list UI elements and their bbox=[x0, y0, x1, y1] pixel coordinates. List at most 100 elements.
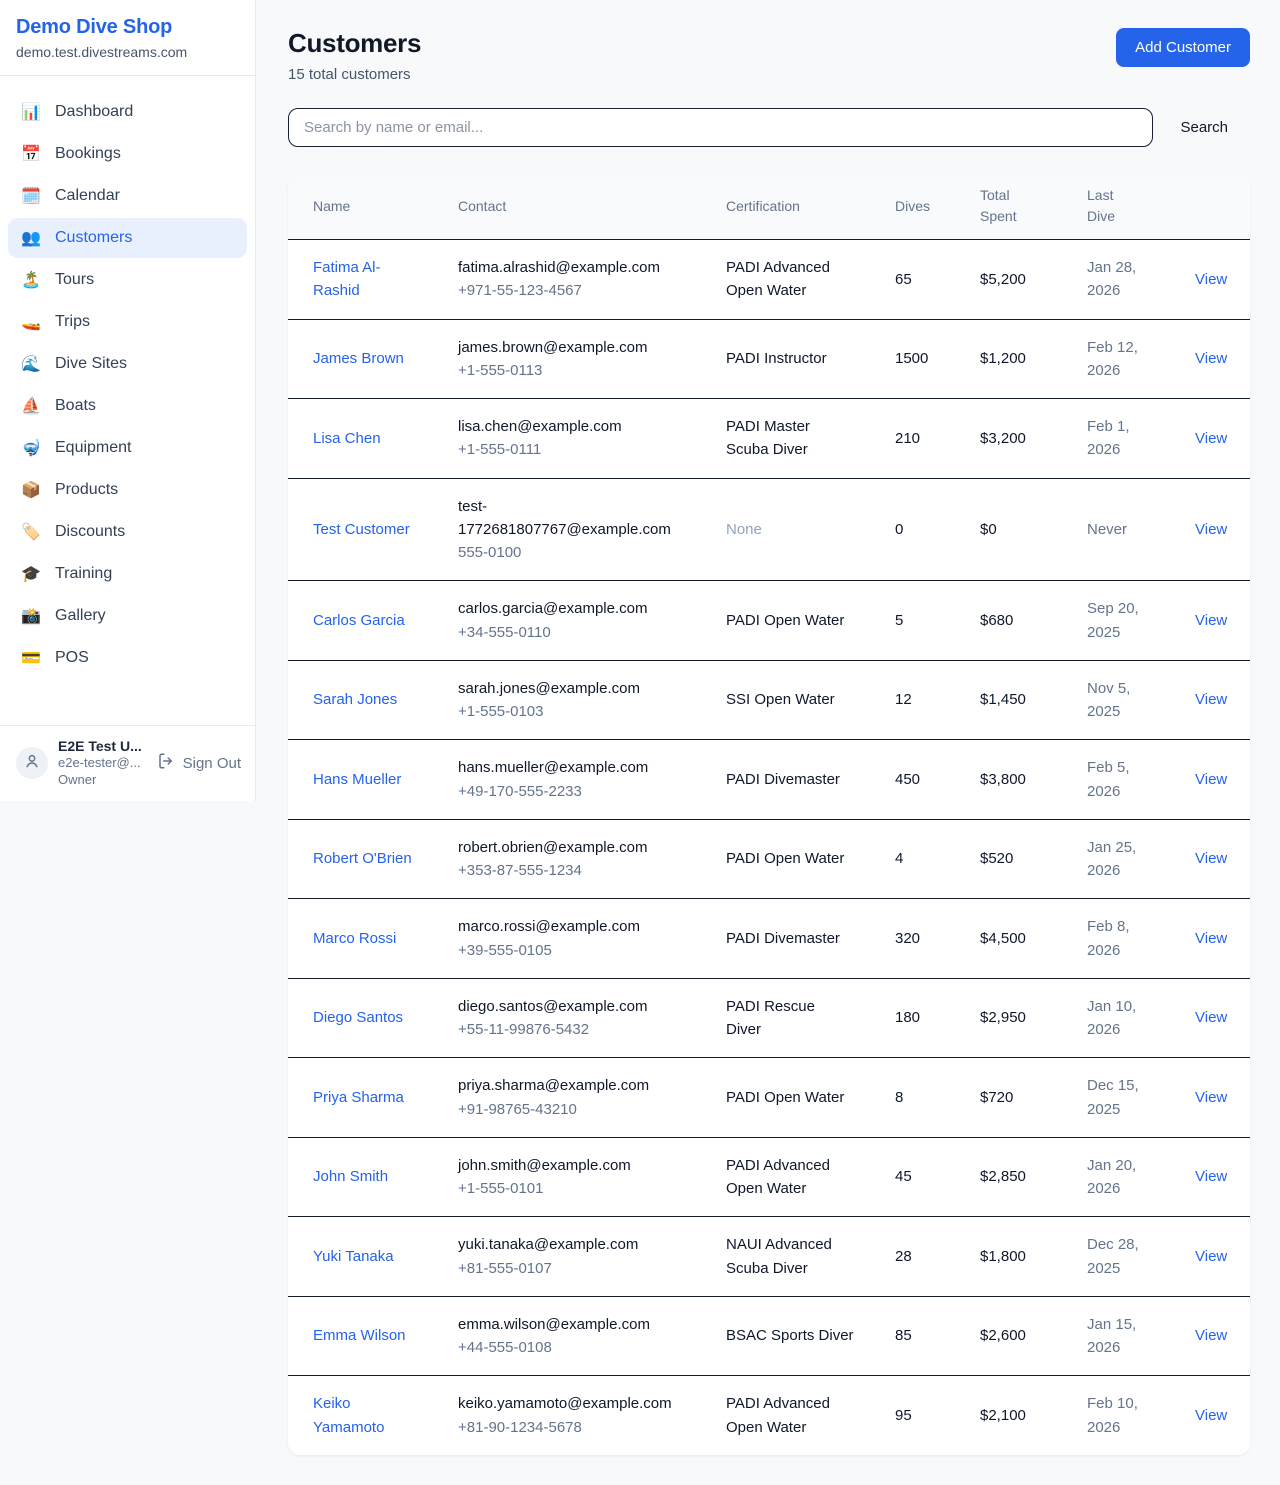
view-customer-link[interactable]: View bbox=[1195, 430, 1227, 447]
view-customer-link[interactable]: View bbox=[1195, 271, 1227, 288]
customer-contact: hans.mueller@example.com +49-170-555-223… bbox=[458, 756, 690, 803]
col-header-contact: Contact bbox=[446, 173, 714, 240]
view-customer-link[interactable]: View bbox=[1195, 1009, 1227, 1026]
sidebar-item-gallery[interactable]: 📸 Gallery bbox=[8, 596, 247, 636]
main-header: Customers 15 total customers Add Custome… bbox=[288, 28, 1250, 83]
sidebar-item-bookings[interactable]: 📅 Bookings bbox=[8, 134, 247, 174]
customer-name-link[interactable]: Keiko Yamamoto bbox=[313, 1392, 415, 1439]
customer-dives: 320 bbox=[883, 899, 968, 979]
customer-certification: PADI Advanced Open Water bbox=[726, 256, 854, 303]
customer-name-link[interactable]: Emma Wilson bbox=[313, 1324, 415, 1347]
customer-contact: robert.obrien@example.com +353-87-555-12… bbox=[458, 836, 690, 883]
customer-email: james.brown@example.com bbox=[458, 336, 690, 359]
page-subtitle: 15 total customers bbox=[288, 66, 421, 83]
customer-contact: john.smith@example.com +1-555-0101 bbox=[458, 1154, 690, 1201]
view-customer-link[interactable]: View bbox=[1195, 930, 1227, 947]
table-row: Marco Rossi marco.rossi@example.com +39-… bbox=[288, 899, 1250, 979]
view-customer-link[interactable]: View bbox=[1195, 1407, 1227, 1424]
add-customer-button[interactable]: Add Customer bbox=[1116, 28, 1250, 67]
view-customer-link[interactable]: View bbox=[1195, 1089, 1227, 1106]
customer-name-link[interactable]: Marco Rossi bbox=[313, 927, 415, 950]
customer-name-link[interactable]: Yuki Tanaka bbox=[313, 1245, 415, 1268]
sidebar-item-label: Calendar bbox=[55, 187, 120, 205]
sidebar-item-label: Training bbox=[55, 565, 112, 583]
search-input[interactable] bbox=[288, 108, 1153, 147]
customer-email: yuki.tanaka@example.com bbox=[458, 1233, 690, 1256]
customer-email: diego.santos@example.com bbox=[458, 995, 690, 1018]
customer-phone: +353-87-555-1234 bbox=[458, 859, 690, 882]
sidebar-item-calendar[interactable]: 🗓️ Calendar bbox=[8, 176, 247, 216]
sidebar-item-label: Customers bbox=[55, 229, 132, 247]
sidebar-item-discounts[interactable]: 🏷️ Discounts bbox=[8, 512, 247, 552]
customer-last-dive: Jan 28, 2026 bbox=[1087, 256, 1159, 303]
customer-last-dive: Jan 20, 2026 bbox=[1087, 1154, 1159, 1201]
customer-last-dive: Jan 15, 2026 bbox=[1087, 1313, 1159, 1360]
customer-name-link[interactable]: James Brown bbox=[313, 347, 415, 370]
customer-total-spent: $3,200 bbox=[968, 399, 1075, 479]
view-customer-link[interactable]: View bbox=[1195, 521, 1227, 538]
customer-dives: 85 bbox=[883, 1296, 968, 1376]
view-customer-link[interactable]: View bbox=[1195, 1327, 1227, 1344]
customer-certification: PADI Divemaster bbox=[726, 768, 854, 791]
customer-phone: +1-555-0111 bbox=[458, 438, 690, 461]
customer-total-spent: $2,100 bbox=[968, 1376, 1075, 1455]
sidebar-item-trips[interactable]: 🚤 Trips bbox=[8, 302, 247, 342]
view-customer-link[interactable]: View bbox=[1195, 1248, 1227, 1265]
customer-certification: PADI Advanced Open Water bbox=[726, 1154, 854, 1201]
customer-contact: carlos.garcia@example.com +34-555-0110 bbox=[458, 597, 690, 644]
sidebar-item-dive-sites[interactable]: 🌊 Dive Sites bbox=[8, 344, 247, 384]
customer-email: keiko.yamamoto@example.com bbox=[458, 1392, 690, 1415]
sign-out-label: Sign Out bbox=[183, 755, 241, 772]
customer-name-link[interactable]: Hans Mueller bbox=[313, 768, 415, 791]
customer-email: sarah.jones@example.com bbox=[458, 677, 690, 700]
sidebar-item-customers[interactable]: 👥 Customers bbox=[8, 218, 247, 258]
view-customer-link[interactable]: View bbox=[1195, 1168, 1227, 1185]
customer-last-dive: Dec 15, 2025 bbox=[1087, 1074, 1159, 1121]
sidebar-item-pos[interactable]: 💳 POS bbox=[8, 638, 247, 678]
table-row: Test Customer test-1772681807767@example… bbox=[288, 478, 1250, 581]
table-row: Carlos Garcia carlos.garcia@example.com … bbox=[288, 581, 1250, 661]
sign-out-icon bbox=[157, 752, 175, 774]
view-customer-link[interactable]: View bbox=[1195, 771, 1227, 788]
sidebar-item-label: POS bbox=[55, 649, 89, 667]
desert-island-icon: 🏝️ bbox=[20, 270, 42, 290]
sidebar-item-training[interactable]: 🎓 Training bbox=[8, 554, 247, 594]
customer-contact: emma.wilson@example.com +44-555-0108 bbox=[458, 1313, 690, 1360]
customer-name-link[interactable]: Fatima Al-Rashid bbox=[313, 256, 415, 303]
sidebar-item-boats[interactable]: ⛵ Boats bbox=[8, 386, 247, 426]
tear-off-calendar-icon: 🗓️ bbox=[20, 186, 42, 206]
customer-total-spent: $5,200 bbox=[968, 240, 1075, 320]
sidebar-item-label: Bookings bbox=[55, 145, 121, 163]
view-customer-link[interactable]: View bbox=[1195, 350, 1227, 367]
customer-certification: PADI Open Water bbox=[726, 1086, 854, 1109]
search-button[interactable]: Search bbox=[1180, 119, 1228, 136]
table-row: Sarah Jones sarah.jones@example.com +1-5… bbox=[288, 660, 1250, 740]
view-customer-link[interactable]: View bbox=[1195, 612, 1227, 629]
sidebar-item-label: Boats bbox=[55, 397, 96, 415]
customer-name-link[interactable]: Priya Sharma bbox=[313, 1086, 415, 1109]
customer-certification: SSI Open Water bbox=[726, 688, 854, 711]
customer-phone: +1-555-0113 bbox=[458, 359, 690, 382]
sidebar-item-dashboard[interactable]: 📊 Dashboard bbox=[8, 92, 247, 132]
col-header-total-spent: Total Spent bbox=[968, 173, 1075, 240]
customer-name-link[interactable]: Carlos Garcia bbox=[313, 609, 415, 632]
table-row: James Brown james.brown@example.com +1-5… bbox=[288, 319, 1250, 399]
view-customer-link[interactable]: View bbox=[1195, 850, 1227, 867]
sidebar-item-tours[interactable]: 🏝️ Tours bbox=[8, 260, 247, 300]
sidebar-item-equipment[interactable]: 🤿 Equipment bbox=[8, 428, 247, 468]
customer-name-link[interactable]: Robert O'Brien bbox=[313, 847, 415, 870]
table-row: Fatima Al-Rashid fatima.alrashid@example… bbox=[288, 240, 1250, 320]
customer-last-dive: Jan 10, 2026 bbox=[1087, 995, 1159, 1042]
customer-name-link[interactable]: Sarah Jones bbox=[313, 688, 415, 711]
customer-name-link[interactable]: Test Customer bbox=[313, 518, 415, 541]
view-customer-link[interactable]: View bbox=[1195, 691, 1227, 708]
table-row: John Smith john.smith@example.com +1-555… bbox=[288, 1137, 1250, 1217]
sidebar-item-products[interactable]: 📦 Products bbox=[8, 470, 247, 510]
customer-name-link[interactable]: Diego Santos bbox=[313, 1006, 415, 1029]
customer-phone: +81-90-1234-5678 bbox=[458, 1416, 690, 1439]
customer-name-link[interactable]: Lisa Chen bbox=[313, 427, 415, 450]
customer-email: john.smith@example.com bbox=[458, 1154, 690, 1177]
customer-email: marco.rossi@example.com bbox=[458, 915, 690, 938]
sign-out-button[interactable]: Sign Out bbox=[157, 752, 241, 774]
customer-name-link[interactable]: John Smith bbox=[313, 1165, 415, 1188]
